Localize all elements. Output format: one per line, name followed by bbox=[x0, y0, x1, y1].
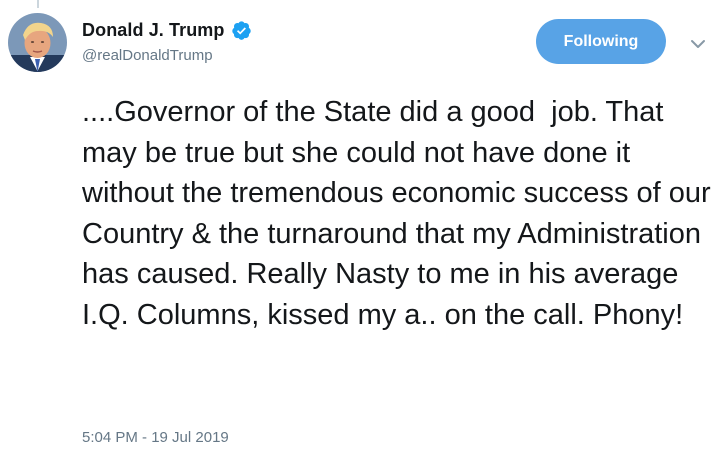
tweet-timestamp[interactable]: 5:04 PM - 19 Jul 2019 bbox=[82, 429, 229, 446]
chevron-down-icon[interactable] bbox=[690, 37, 706, 49]
author-info[interactable]: Donald J. Trump @realDonaldTrump bbox=[82, 17, 252, 64]
following-button[interactable]: Following bbox=[536, 19, 666, 64]
avatar-image bbox=[8, 13, 67, 72]
author-display-name[interactable]: Donald J. Trump bbox=[82, 20, 225, 41]
thread-connector-line bbox=[37, 0, 39, 8]
tweet-card: Donald J. Trump @realDonaldTrump Followi… bbox=[0, 0, 728, 457]
tweet-text: ....Governor of the State did a good job… bbox=[82, 96, 719, 331]
avatar[interactable] bbox=[8, 13, 67, 72]
verified-badge-icon bbox=[231, 20, 252, 41]
author-handle[interactable]: @realDonaldTrump bbox=[82, 47, 252, 64]
